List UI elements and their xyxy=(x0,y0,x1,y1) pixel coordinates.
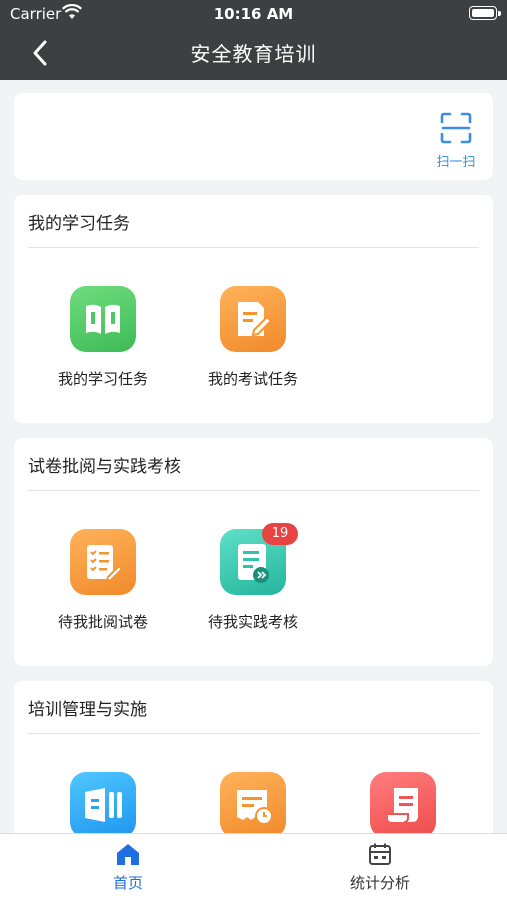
tab-label: 统计分析 xyxy=(349,874,410,892)
tab-home[interactable]: 首页 xyxy=(68,842,188,893)
tab-bar: 首页 统计分析 xyxy=(0,833,507,900)
section-review-and-assessment: 试卷批阅与实践考核 待我批阅试卷 19 待我实践考核 xyxy=(14,438,493,666)
book-icon xyxy=(70,286,136,352)
tab-label: 首页 xyxy=(112,874,143,892)
navigation-bar: Carrier 10:16 AM 安全教育培训 xyxy=(0,0,507,80)
section-title: 培训管理与实施 xyxy=(28,700,147,720)
tile-my-study-tasks[interactable]: 我的学习任务 xyxy=(38,286,168,389)
clock: 10:16 AM xyxy=(213,5,294,23)
notification-badge: 19 xyxy=(262,523,298,545)
review-paper-icon xyxy=(70,529,136,595)
tile-label: 我的考试任务 xyxy=(207,370,298,388)
calendar-stats-icon xyxy=(369,843,391,865)
divider xyxy=(28,247,479,248)
tile-training-record[interactable] xyxy=(338,772,468,838)
tile-pending-practice-assessment[interactable]: 19 待我实践考核 xyxy=(188,523,318,632)
tab-statistics[interactable]: 统计分析 xyxy=(320,842,440,893)
training-record-icon xyxy=(370,772,436,838)
tile-pending-paper-review[interactable]: 待我批阅试卷 xyxy=(38,529,168,632)
divider xyxy=(28,733,479,734)
section-my-study-tasks: 我的学习任务 我的学习任务 我的考试任务 xyxy=(14,195,493,423)
training-schedule-icon xyxy=(220,772,286,838)
divider xyxy=(28,490,479,491)
tile-label: 待我实践考核 xyxy=(207,613,298,631)
tile-training-plan[interactable] xyxy=(38,772,168,838)
practice-check-icon: 19 xyxy=(220,523,298,595)
home-icon xyxy=(117,844,139,865)
scan-button[interactable]: 扫一扫 xyxy=(431,111,481,170)
scan-icon xyxy=(440,112,472,144)
tile-my-exam-tasks[interactable]: 我的考试任务 xyxy=(188,286,318,389)
tile-label: 我的学习任务 xyxy=(57,370,148,388)
page-title: 安全教育培训 xyxy=(190,42,317,66)
section-title: 我的学习任务 xyxy=(28,214,130,234)
section-title: 试卷批阅与实践考核 xyxy=(28,457,181,477)
scan-card: 扫一扫 xyxy=(14,93,493,180)
tile-training-schedule[interactable] xyxy=(188,772,318,838)
battery-icon xyxy=(469,6,501,20)
exam-edit-icon xyxy=(220,286,286,352)
tile-label: 待我批阅试卷 xyxy=(57,613,148,631)
scan-label: 扫一扫 xyxy=(436,155,476,170)
training-plan-icon xyxy=(70,772,136,838)
status-bar: Carrier 10:16 AM xyxy=(0,0,507,28)
